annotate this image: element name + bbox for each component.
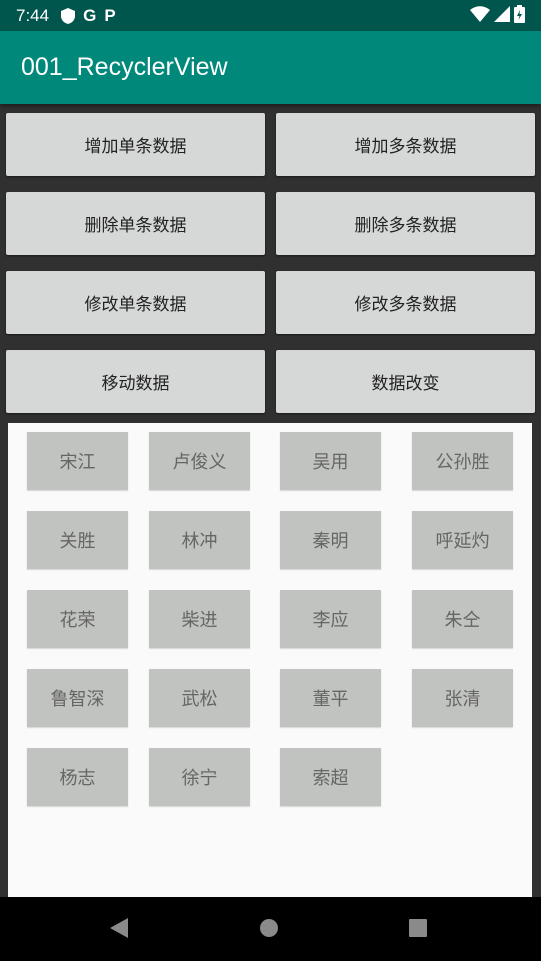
grid-item[interactable]: 柴进 — [149, 590, 250, 648]
wifi-icon — [470, 5, 490, 26]
shield-icon — [61, 7, 76, 24]
grid-item[interactable]: 徐宁 — [149, 748, 250, 806]
grid-item[interactable]: 李应 — [280, 590, 381, 648]
delete-multiple-button[interactable]: 删除多条数据 — [276, 192, 535, 255]
grid-item[interactable]: 花荣 — [27, 590, 128, 648]
status-notification-icons: G P — [61, 7, 116, 24]
grid-item[interactable]: 武松 — [149, 669, 250, 727]
grid-item[interactable]: 吴用 — [280, 432, 381, 490]
grid-item[interactable]: 秦明 — [280, 511, 381, 569]
grid-item[interactable]: 张清 — [412, 669, 513, 727]
grid-item[interactable]: 鲁智深 — [27, 669, 128, 727]
navigation-bar — [0, 897, 541, 961]
signal-icon — [494, 5, 510, 26]
grid-item[interactable]: 林冲 — [149, 511, 250, 569]
google-icon: G — [83, 6, 97, 25]
status-bar: 7:44 G P — [0, 0, 541, 31]
delete-single-button[interactable]: 删除单条数据 — [6, 192, 265, 255]
recents-icon[interactable] — [408, 918, 428, 942]
grid-item[interactable]: 朱仝 — [412, 590, 513, 648]
data-changed-button[interactable]: 数据改变 — [276, 350, 535, 413]
app-title: 001_RecyclerView — [21, 53, 228, 81]
status-time: 7:44 — [16, 5, 50, 25]
modify-single-button[interactable]: 修改单条数据 — [6, 271, 265, 334]
grid-item[interactable]: 公孙胜 — [412, 432, 513, 490]
grid-item[interactable]: 杨志 — [27, 748, 128, 806]
app-bar: 001_RecyclerView — [0, 31, 541, 104]
grid-item[interactable]: 卢俊义 — [149, 432, 250, 490]
back-icon[interactable] — [109, 917, 129, 943]
grid-item[interactable]: 呼延灼 — [412, 511, 513, 569]
add-multiple-button[interactable]: 增加多条数据 — [276, 113, 535, 176]
grid-item[interactable]: 关胜 — [27, 511, 128, 569]
grid-item[interactable]: 索超 — [280, 748, 381, 806]
recycler-grid[interactable]: 宋江 卢俊义 吴用 公孙胜 关胜 林冲 秦明 呼延灼 花荣 柴进 李应 朱仝 鲁… — [8, 423, 532, 897]
add-single-button[interactable]: 增加单条数据 — [6, 113, 265, 176]
status-system-icons — [470, 4, 525, 27]
grid-item[interactable]: 董平 — [280, 669, 381, 727]
home-icon[interactable] — [259, 918, 279, 942]
grid-item[interactable]: 宋江 — [27, 432, 128, 490]
parking-icon: P — [104, 6, 116, 25]
move-data-button[interactable]: 移动数据 — [6, 350, 265, 413]
battery-icon — [514, 4, 525, 27]
modify-multiple-button[interactable]: 修改多条数据 — [276, 271, 535, 334]
